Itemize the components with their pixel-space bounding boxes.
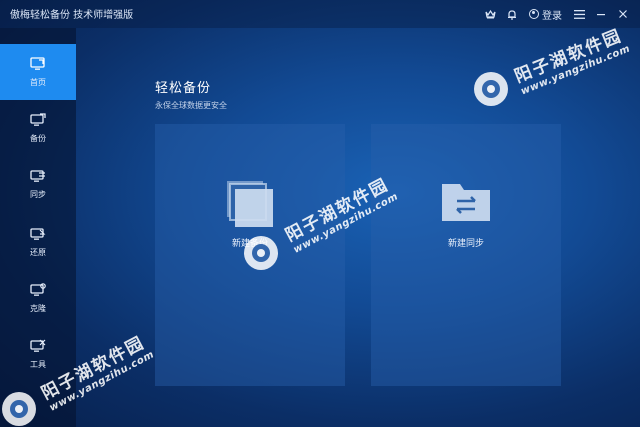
monitor-backup-icon bbox=[30, 112, 46, 127]
sidebar-item-tools[interactable]: 工具 bbox=[0, 326, 76, 382]
copy-stack-icon bbox=[227, 181, 273, 231]
sidebar-item-label: 还原 bbox=[30, 247, 46, 257]
watermark-top-right: 阳子湖软件园 www.yangzihu.com bbox=[510, 20, 632, 97]
sidebar-item-home[interactable]: 首页 bbox=[0, 44, 76, 100]
monitor-home-icon bbox=[30, 56, 46, 71]
sidebar-item-restore[interactable]: 还原 bbox=[0, 214, 76, 270]
title-controls: 登录 bbox=[479, 0, 634, 28]
app-title: 傲梅轻松备份 技术师增强版 bbox=[10, 10, 134, 21]
app-window: 傲梅轻松备份 技术师增强版 登录 首页 备份 同步 还原 克隆 工具 轻松备份 … bbox=[0, 0, 640, 427]
sidebar-item-label: 备份 bbox=[30, 133, 46, 143]
sidebar-item-label: 工具 bbox=[30, 359, 46, 369]
new-sync-card[interactable]: 新建同步 bbox=[371, 124, 561, 386]
menu-icon[interactable] bbox=[568, 0, 590, 28]
sidebar-item-backup[interactable]: 备份 bbox=[0, 100, 76, 156]
sidebar-item-label: 克隆 bbox=[30, 303, 46, 313]
sidebar-item-sync[interactable]: 同步 bbox=[0, 156, 76, 212]
monitor-clone-icon bbox=[30, 282, 46, 297]
sidebar-item-clone[interactable]: 克隆 bbox=[0, 270, 76, 326]
user-icon bbox=[529, 9, 539, 19]
watermark-logo-icon bbox=[244, 236, 278, 270]
title-bar: 傲梅轻松备份 技术师增强版 登录 bbox=[0, 0, 640, 28]
page-subtitle: 永保全球数据更安全 bbox=[155, 101, 227, 110]
sidebar: 首页 备份 同步 还原 克隆 工具 bbox=[0, 28, 76, 427]
page-title: 轻松备份 bbox=[155, 81, 212, 96]
watermark-name: 阳子湖软件园 bbox=[511, 25, 626, 88]
folder-sync-icon bbox=[442, 181, 490, 225]
minimize-icon[interactable] bbox=[590, 0, 612, 28]
sidebar-item-label: 首页 bbox=[30, 77, 46, 87]
monitor-tools-icon bbox=[30, 339, 46, 353]
watermark-url: www.yangzihu.com bbox=[519, 43, 632, 98]
login-label: 登录 bbox=[542, 10, 562, 22]
login-button[interactable]: 登录 bbox=[523, 0, 568, 28]
sidebar-item-label: 同步 bbox=[30, 189, 46, 199]
new-sync-label: 新建同步 bbox=[447, 239, 484, 249]
crown-icon[interactable] bbox=[479, 0, 501, 28]
monitor-sync-icon bbox=[30, 169, 46, 183]
close-icon[interactable] bbox=[612, 0, 634, 28]
watermark-logo-icon bbox=[2, 392, 36, 426]
watermark-logo-icon bbox=[474, 72, 508, 106]
monitor-restore-icon bbox=[30, 227, 46, 241]
bell-icon[interactable] bbox=[501, 0, 523, 28]
